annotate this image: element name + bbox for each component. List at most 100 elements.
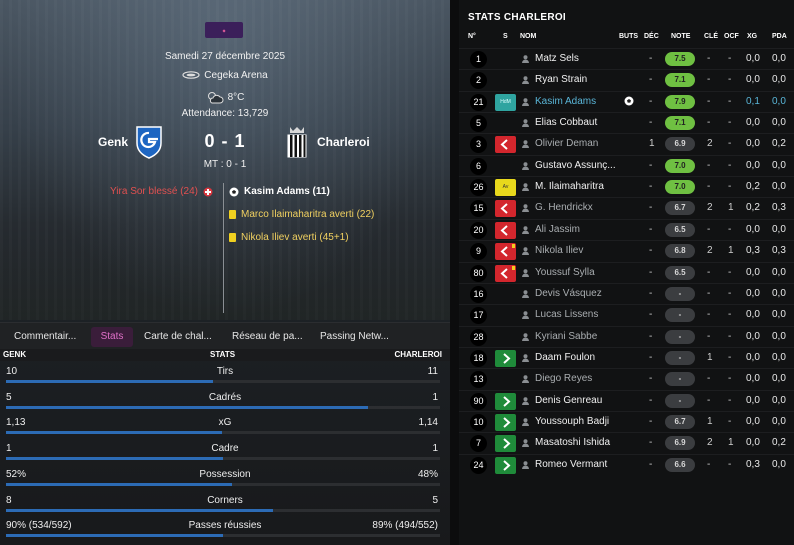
col-pda[interactable]: PDA	[772, 33, 787, 40]
player-name[interactable]: Daam Foulon	[535, 352, 618, 363]
player-name[interactable]: Elias Cobbaut	[535, 117, 618, 128]
player-number: 7	[470, 435, 487, 453]
player-profile-icon[interactable]	[522, 204, 529, 213]
player-name[interactable]: Diego Reyes	[535, 373, 618, 384]
substituted-out-badge	[495, 221, 516, 239]
col-s[interactable]: S	[503, 33, 508, 40]
player-profile-icon[interactable]	[522, 55, 529, 63]
player-row[interactable]: 28 Kyriani Sabbe - - - -0,0 0,0	[459, 325, 794, 347]
player-profile-icon[interactable]	[522, 460, 529, 469]
player-profile-icon[interactable]	[522, 418, 529, 426]
player-name[interactable]: Masatoshi Ishida	[535, 437, 618, 448]
player-name[interactable]: Youssouph Badji	[535, 416, 618, 427]
player-profile-icon[interactable]	[522, 119, 529, 128]
player-row[interactable]: 6 Gustavo Assunç... -7.0- -0,0 0,0	[459, 154, 794, 176]
col-ocf[interactable]: OCF	[724, 33, 739, 40]
stat-label: Cadre	[211, 443, 239, 455]
player-profile-icon[interactable]	[522, 439, 529, 448]
player-ocf: -	[728, 138, 732, 150]
stat-row: 10 Tirs 11	[0, 363, 450, 389]
col-xg[interactable]: XG	[747, 33, 757, 40]
col-rating[interactable]: NOTE	[671, 33, 690, 40]
player-ocf: -	[728, 117, 732, 129]
player-name[interactable]: Nikola Iliev	[535, 245, 618, 256]
player-row[interactable]: 15 G. Hendrickx -6.7 2 1 0,2 0,3	[459, 197, 794, 218]
player-profile-icon[interactable]	[522, 225, 529, 234]
tab-pass-network[interactable]: Réseau de pa...	[226, 327, 309, 347]
player-profile-icon[interactable]	[522, 290, 529, 298]
player-profile-icon[interactable]	[522, 97, 529, 106]
player-row[interactable]: 2 Ryan Strain -7.1- -0,0 0,0	[459, 69, 794, 90]
player-profile-icon[interactable]	[522, 354, 529, 362]
player-name[interactable]: Youssuf Sylla	[535, 267, 618, 278]
player-name[interactable]: G. Hendrickx	[535, 202, 618, 213]
player-name[interactable]: Romeo Vermant	[535, 459, 618, 470]
player-profile-icon[interactable]	[522, 76, 529, 85]
player-name[interactable]: Lucas Lissens	[535, 309, 618, 320]
player-number: 20	[470, 221, 487, 239]
tab-heatmap[interactable]: Carte de chal...	[138, 327, 218, 347]
col-dec[interactable]: DÉC	[644, 33, 659, 40]
player-row[interactable]: 18 Daam Foulon - -1-0,0 0,0	[459, 346, 794, 368]
player-name[interactable]: Matz Sels	[535, 53, 618, 64]
tab-commentary[interactable]: Commentair...	[8, 327, 82, 347]
player-name[interactable]: Olivier Deman	[535, 138, 618, 149]
player-row[interactable]: 80 Youssuf Sylla -6.5- -0,0 0,0	[459, 261, 794, 283]
player-name[interactable]: Devis Vásquez	[535, 288, 618, 299]
player-profile-icon[interactable]	[522, 183, 529, 192]
tab-passing-network[interactable]: Passing Netw...	[314, 327, 395, 347]
player-profile-icon[interactable]	[522, 140, 529, 149]
player-name[interactable]: Ryan Strain	[535, 74, 618, 85]
player-row[interactable]: 26 Av M. Ilaimaharitra -7.0- -0,2 0,0	[459, 176, 794, 197]
player-decisive: -	[649, 95, 653, 107]
player-row[interactable]: 9 Nikola Iliev -6.8 2 1 0,3 0,3	[459, 240, 794, 261]
col-num[interactable]: N°	[468, 33, 476, 40]
away-team-name[interactable]: Charleroi	[317, 135, 370, 149]
player-key-passes: -	[707, 330, 711, 342]
player-profile-icon[interactable]	[522, 311, 529, 320]
substituted-in-badge	[495, 349, 516, 367]
player-ocf: -	[728, 159, 732, 171]
col-goals[interactable]: BUTS	[619, 33, 638, 40]
player-profile-icon[interactable]	[522, 161, 529, 170]
player-name[interactable]: Kyriani Sabbe	[535, 331, 618, 342]
player-row[interactable]: 3 Olivier Deman 1 6.9 2 - 0,0 0,2	[459, 133, 794, 154]
player-profile-icon[interactable]	[522, 332, 529, 341]
player-name[interactable]: Gustavo Assunç...	[535, 160, 618, 171]
player-profile-icon[interactable]	[522, 375, 529, 384]
player-row[interactable]: 20 Ali Jassim -6.5- -0,0 0,0	[459, 218, 794, 240]
player-row[interactable]: 5 Elias Cobbaut -7.1- -0,0 0,0	[459, 112, 794, 133]
player-xg: 0,0	[746, 223, 760, 235]
player-row[interactable]: 10 Youssouph Badji -6.7 1-0,0 0,0	[459, 410, 794, 432]
player-profile-icon[interactable]	[522, 396, 529, 405]
player-row[interactable]: 90 Denis Genreau - - - -0,0 0,0	[459, 389, 794, 411]
player-xg: 0,0	[746, 373, 760, 385]
player-row[interactable]: 24 Romeo Vermant -6.6- -0,3 0,0	[459, 453, 794, 475]
player-row[interactable]: 21 HdM Kasim Adams -7.9- -0,1 0,0	[459, 90, 794, 112]
player-row[interactable]: 1 Matz Sels - 7.5 - - 0,0 0,0	[459, 48, 794, 69]
player-name[interactable]: Ali Jassim	[535, 224, 618, 235]
player-number: 2	[470, 72, 487, 90]
player-name[interactable]: M. Ilaimaharitra	[535, 181, 618, 192]
player-row[interactable]: 13 Diego Reyes - - - -0,0 0,0	[459, 368, 794, 389]
charleroi-crest-icon[interactable]	[286, 125, 308, 159]
stats-header: GENK STATS CHARLEROI	[0, 349, 450, 361]
player-xg: 0,0	[746, 394, 760, 406]
player-key-passes: 1	[707, 415, 713, 427]
col-key[interactable]: CLÉ	[704, 33, 718, 40]
tab-stats[interactable]: Stats	[91, 327, 133, 347]
player-row[interactable]: 17 Lucas Lissens - - - -0,0 0,0	[459, 304, 794, 325]
player-ocf: -	[728, 458, 732, 470]
player-pda: 0,0	[772, 95, 786, 107]
player-pda: 0,2	[772, 437, 786, 449]
player-profile-icon[interactable]	[522, 247, 529, 256]
player-name[interactable]: Denis Genreau	[535, 395, 618, 406]
player-ocf: 1	[728, 202, 734, 214]
player-decisive: -	[649, 159, 653, 171]
player-name[interactable]: Kasim Adams	[535, 96, 618, 107]
player-row[interactable]: 16 Devis Vásquez - - - -0,0 0,0	[459, 282, 794, 304]
player-profile-icon[interactable]	[522, 268, 529, 277]
player-pda: 0,0	[772, 415, 786, 427]
player-row[interactable]: 7 Masatoshi Ishida -6.9 2 1 0,0 0,2	[459, 432, 794, 453]
col-name[interactable]: NOM	[520, 33, 536, 40]
